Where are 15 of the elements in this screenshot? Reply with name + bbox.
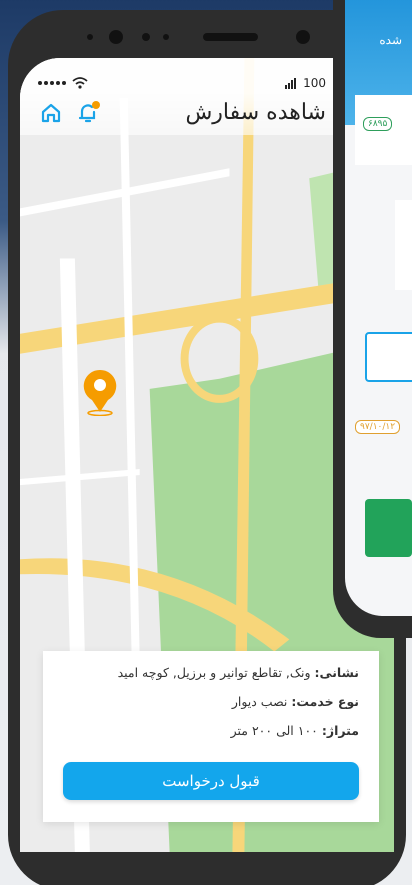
status-chip: ۶۸۹۵	[363, 117, 392, 131]
signal-icon	[285, 78, 298, 88]
home-icon[interactable]	[40, 102, 62, 124]
date-chip: ۹۷/۱۰/۱۲	[355, 420, 400, 434]
order-detail: نوع خدمت: نصب دیوار	[232, 694, 359, 709]
accept-request-button[interactable]: قبول درخواست	[63, 762, 359, 800]
order-detail: نشانی: ونک, تقاطع توانیر و برزیل, کوچه امید	[118, 665, 359, 680]
order-detail: متراژ: ۱۰۰ الی ۲۰۰ متر	[230, 723, 359, 738]
wifi-icon	[72, 77, 88, 89]
input-field[interactable]	[365, 332, 412, 382]
battery-percent: 100	[303, 76, 326, 90]
header-text: شده	[379, 33, 402, 49]
signal-dots-icon	[38, 81, 66, 85]
bell-icon[interactable]	[78, 102, 98, 124]
page-title: شاهده سفارش	[185, 100, 326, 125]
